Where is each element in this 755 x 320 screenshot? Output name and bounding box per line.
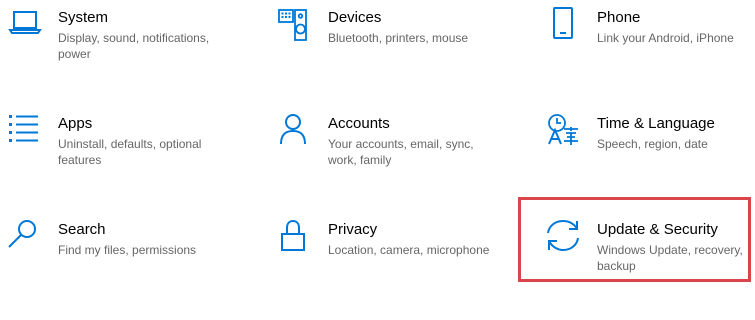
settings-tile-devices[interactable]: Devices Bluetooth, printers, mouse — [278, 8, 518, 108]
tile-description: Display, sound, notifications, power — [58, 31, 210, 61]
settings-tile-accounts[interactable]: Accounts Your accounts, email, sync, wor… — [278, 114, 518, 214]
laptop-icon — [8, 8, 48, 48]
tile-title: Accounts — [328, 115, 390, 132]
time-language-icon — [547, 114, 587, 154]
tile-title: System — [58, 9, 109, 26]
tile-description: Uninstall, defaults, optional features — [58, 137, 202, 167]
selection-highlight — [518, 197, 751, 282]
tile-title: Phone — [597, 9, 641, 26]
apps-list-icon — [8, 114, 48, 154]
tile-description: Find my files, permissions — [58, 243, 197, 257]
tile-title: Privacy — [328, 221, 378, 238]
search-icon — [8, 220, 48, 260]
settings-tile-apps[interactable]: Apps Uninstall, defaults, optional featu… — [8, 114, 248, 214]
tile-description: Speech, region, date — [597, 137, 708, 151]
tile-description: Your accounts, email, sync, work, family — [328, 137, 474, 167]
tile-description: Bluetooth, printers, mouse — [328, 31, 469, 45]
keyboard-speaker-icon — [278, 8, 318, 48]
phone-icon — [547, 7, 587, 48]
person-icon — [278, 114, 318, 154]
settings-tile-phone[interactable]: Phone Link your Android, iPhone — [547, 7, 755, 108]
settings-tile-privacy[interactable]: Privacy Location, camera, microphone — [278, 219, 518, 320]
tile-title: Search — [58, 221, 106, 238]
lock-icon — [278, 219, 318, 260]
settings-tile-search[interactable]: Search Find my files, permissions — [8, 220, 248, 320]
tile-description: Link your Android, iPhone — [597, 31, 734, 45]
tile-title: Time & Language — [597, 115, 715, 132]
tile-title: Devices — [328, 9, 382, 26]
settings-tile-system[interactable]: System Display, sound, notifications, po… — [8, 8, 248, 108]
tile-title: Apps — [58, 115, 93, 132]
tile-description: Location, camera, microphone — [328, 243, 490, 257]
